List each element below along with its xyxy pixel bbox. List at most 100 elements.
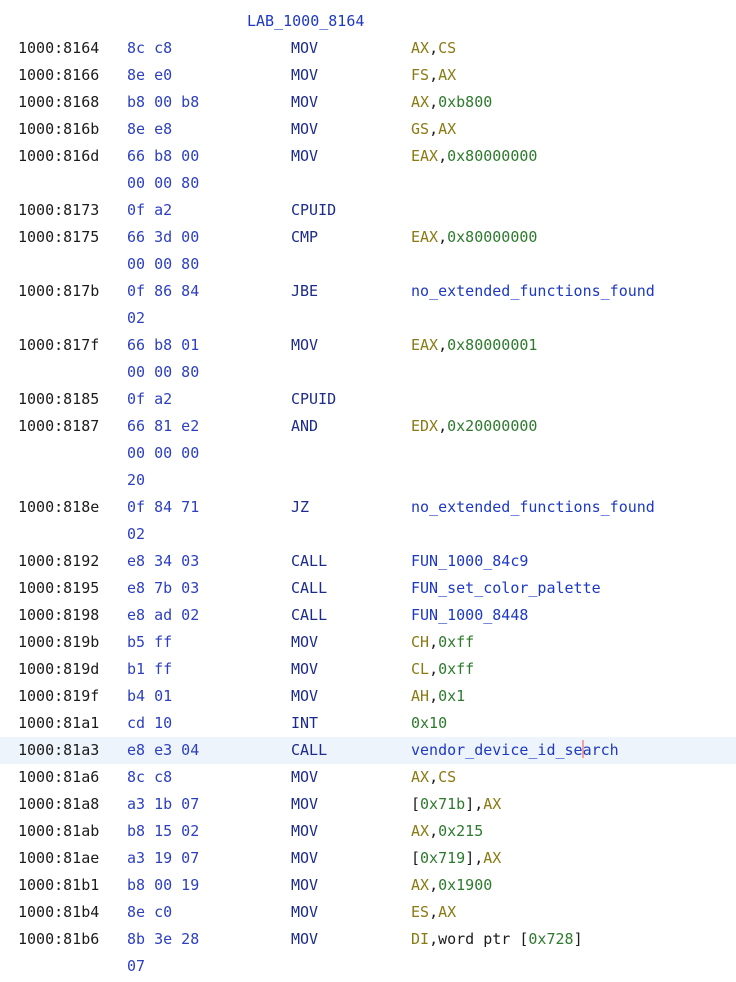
instruction-bytes[interactable]: b8 15 02 <box>127 818 199 845</box>
instruction-address[interactable]: 1000:81b6 <box>18 926 99 953</box>
instruction-mnemonic[interactable]: CALL <box>291 737 327 764</box>
instruction-bytes[interactable]: cd 10 <box>127 710 172 737</box>
operand-ref[interactable]: arch <box>583 741 619 759</box>
instruction-operands[interactable]: [0x719],AX <box>411 845 501 872</box>
instruction-mnemonic[interactable]: CALL <box>291 548 327 575</box>
instruction-bytes[interactable]: e8 ad 02 <box>127 602 199 629</box>
instruction-address[interactable]: 1000:818e <box>18 494 99 521</box>
instruction-mnemonic[interactable]: MOV <box>291 818 318 845</box>
instruction-continuation-row[interactable]: 00 00 80 <box>0 359 736 386</box>
instruction-operands[interactable]: EAX,0x80000000 <box>411 224 537 251</box>
instruction-mnemonic[interactable]: MOV <box>291 791 318 818</box>
instruction-mnemonic[interactable]: MOV <box>291 116 318 143</box>
instruction-address[interactable]: 1000:817f <box>18 332 99 359</box>
instruction-mnemonic[interactable]: MOV <box>291 656 318 683</box>
operand-ref[interactable]: FUN_1000_8448 <box>411 606 528 624</box>
instruction-bytes[interactable]: 0f 84 71 <box>127 494 199 521</box>
instruction-address[interactable]: 1000:81ab <box>18 818 99 845</box>
operand-ref[interactable]: no_extended_functions_found <box>411 498 655 516</box>
instruction-bytes[interactable]: 0f a2 <box>127 197 172 224</box>
instruction-mnemonic[interactable]: MOV <box>291 89 318 116</box>
instruction-operands[interactable]: CH,0xff <box>411 629 474 656</box>
instruction-address[interactable]: 1000:8175 <box>18 224 99 251</box>
instruction-address[interactable]: 1000:819b <box>18 629 99 656</box>
instruction-mnemonic[interactable]: MOV <box>291 683 318 710</box>
instruction-row[interactable]: 1000:8164 8c c8 MOV AX,CS <box>0 35 736 62</box>
instruction-address[interactable]: 1000:81a6 <box>18 764 99 791</box>
instruction-address[interactable]: 1000:819d <box>18 656 99 683</box>
instruction-address[interactable]: 1000:81a1 <box>18 710 99 737</box>
instruction-operands[interactable]: AX,CS <box>411 35 456 62</box>
instruction-bytes[interactable]: 8c c8 <box>127 764 172 791</box>
instruction-bytes[interactable]: e8 7b 03 <box>127 575 199 602</box>
instruction-row[interactable]: 1000:8166 8e e0 MOV FS,AX <box>0 62 736 89</box>
instruction-row[interactable]: 1000:819d b1 ff MOV CL,0xff <box>0 656 736 683</box>
instruction-mnemonic[interactable]: MOV <box>291 764 318 791</box>
instruction-bytes[interactable]: a3 19 07 <box>127 845 199 872</box>
instruction-row[interactable]: 1000:8173 0f a2 CPUID <box>0 197 736 224</box>
instruction-row[interactable]: 1000:81a6 8c c8 MOV AX,CS <box>0 764 736 791</box>
instruction-mnemonic[interactable]: MOV <box>291 926 318 953</box>
instruction-bytes[interactable]: b5 ff <box>127 629 172 656</box>
instruction-address[interactable]: 1000:816b <box>18 116 99 143</box>
instruction-address[interactable]: 1000:8166 <box>18 62 99 89</box>
instruction-row[interactable]: 1000:816b 8e e8 MOV GS,AX <box>0 116 736 143</box>
instruction-operands[interactable]: vendor_device_id_search <box>411 737 619 764</box>
instruction-address[interactable]: 1000:8195 <box>18 575 99 602</box>
instruction-bytes[interactable]: 8e e0 <box>127 62 172 89</box>
operand-ref[interactable]: FUN_set_color_palette <box>411 579 601 597</box>
instruction-operands[interactable]: no_extended_functions_found <box>411 494 655 521</box>
instruction-row[interactable]: 1000:819b b5 ff MOV CH,0xff <box>0 629 736 656</box>
instruction-address[interactable]: 1000:819f <box>18 683 99 710</box>
instruction-address[interactable]: 1000:81a8 <box>18 791 99 818</box>
instruction-mnemonic[interactable]: MOV <box>291 629 318 656</box>
instruction-bytes[interactable]: b1 ff <box>127 656 172 683</box>
instruction-row[interactable]: 1000:8192 e8 34 03 CALL FUN_1000_84c9 <box>0 548 736 575</box>
instruction-mnemonic[interactable]: CPUID <box>291 386 336 413</box>
instruction-row[interactable]: 1000:81b6 8b 3e 28 MOV DI,word ptr [0x728] <box>0 926 736 953</box>
instruction-bytes[interactable]: 66 b8 00 <box>127 143 199 170</box>
instruction-bytes[interactable]: 02 <box>127 305 145 332</box>
instruction-row[interactable]: 1000:8168 b8 00 b8 MOV AX,0xb800 <box>0 89 736 116</box>
instruction-bytes[interactable]: e8 34 03 <box>127 548 199 575</box>
instruction-row[interactable]: 1000:817f 66 b8 01 MOV EAX,0x80000001 <box>0 332 736 359</box>
instruction-row[interactable]: 1000:8175 66 3d 00 CMP EAX,0x80000000 <box>0 224 736 251</box>
instruction-bytes[interactable]: 00 00 80 <box>127 359 199 386</box>
instruction-mnemonic[interactable]: MOV <box>291 62 318 89</box>
instruction-address[interactable]: 1000:8173 <box>18 197 99 224</box>
disassembly-listing[interactable]: LAB_1000_8164 1000:8164 8c c8 MOV AX,CS 1000… <box>0 8 736 980</box>
instruction-address[interactable]: 1000:81ae <box>18 845 99 872</box>
instruction-row[interactable]: 1000:8185 0f a2 CPUID <box>0 386 736 413</box>
instruction-address[interactable]: 1000:8185 <box>18 386 99 413</box>
instruction-operands[interactable]: no_extended_functions_found <box>411 278 655 305</box>
instruction-bytes[interactable]: 00 00 80 <box>127 170 199 197</box>
instruction-continuation-row[interactable]: 02 <box>0 305 736 332</box>
instruction-bytes[interactable]: 02 <box>127 521 145 548</box>
instruction-mnemonic[interactable]: CMP <box>291 224 318 251</box>
instruction-address[interactable]: 1000:81a3 <box>18 737 99 764</box>
instruction-mnemonic[interactable]: MOV <box>291 845 318 872</box>
instruction-continuation-row[interactable]: 20 <box>0 467 736 494</box>
instruction-bytes[interactable]: 00 00 80 <box>127 251 199 278</box>
instruction-bytes[interactable]: b8 00 19 <box>127 872 199 899</box>
instruction-operands[interactable]: [0x71b],AX <box>411 791 501 818</box>
instruction-bytes[interactable]: b4 01 <box>127 683 172 710</box>
instruction-operands[interactable]: EAX,0x80000000 <box>411 143 537 170</box>
instruction-address[interactable]: 1000:81b4 <box>18 899 99 926</box>
instruction-mnemonic[interactable]: JZ <box>291 494 309 521</box>
instruction-row[interactable]: 1000:81a8 a3 1b 07 MOV [0x71b],AX <box>0 791 736 818</box>
instruction-bytes[interactable]: a3 1b 07 <box>127 791 199 818</box>
instruction-address[interactable]: 1000:81b1 <box>18 872 99 899</box>
instruction-mnemonic[interactable]: INT <box>291 710 318 737</box>
instruction-operands[interactable]: FUN_1000_84c9 <box>411 548 528 575</box>
instruction-operands[interactable]: GS,AX <box>411 116 456 143</box>
instruction-mnemonic[interactable]: JBE <box>291 278 318 305</box>
instruction-address[interactable]: 1000:8198 <box>18 602 99 629</box>
operand-ref[interactable]: FUN_1000_84c9 <box>411 552 528 570</box>
instruction-bytes[interactable]: 8b 3e 28 <box>127 926 199 953</box>
instruction-bytes[interactable]: 00 00 00 <box>127 440 199 467</box>
instruction-bytes[interactable]: 66 b8 01 <box>127 332 199 359</box>
instruction-address[interactable]: 1000:816d <box>18 143 99 170</box>
instruction-row[interactable]: 1000:81b4 8e c0 MOV ES,AX <box>0 899 736 926</box>
instruction-mnemonic[interactable]: CPUID <box>291 197 336 224</box>
